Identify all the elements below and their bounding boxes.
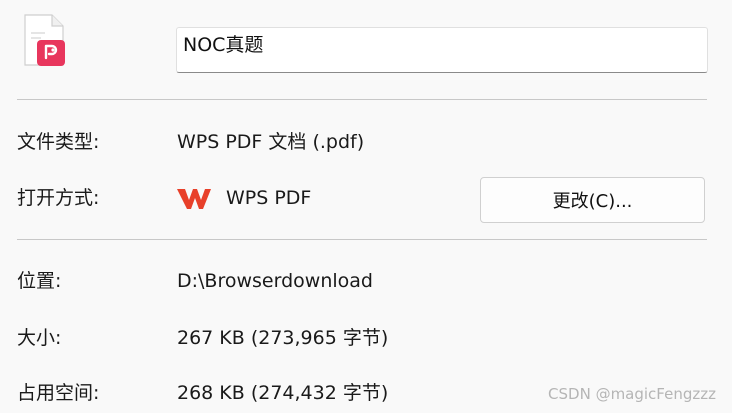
disk-size-label: 占用空间: [17, 382, 100, 404]
file-type-label: 文件类型: [17, 131, 100, 153]
size-value: 267 KB (273,965 字节) [177, 327, 389, 349]
location-value: D:\Browserdownload [177, 270, 373, 292]
watermark: CSDN @magicFengzzz [548, 385, 716, 403]
divider [17, 99, 707, 100]
file-type-value: WPS PDF 文档 (.pdf) [177, 131, 365, 153]
disk-size-value: 268 KB (274,432 字节) [177, 382, 389, 404]
divider [17, 239, 707, 240]
file-name-input[interactable]: NOC真题 [176, 27, 708, 73]
change-button[interactable]: 更改(C)... [480, 177, 705, 223]
size-label: 大小: [17, 327, 62, 349]
wps-logo-icon [176, 186, 212, 212]
open-with-label: 打开方式: [17, 187, 100, 209]
location-label: 位置: [17, 270, 62, 292]
open-with-value: WPS PDF [226, 187, 312, 209]
pdf-file-icon [22, 12, 66, 68]
